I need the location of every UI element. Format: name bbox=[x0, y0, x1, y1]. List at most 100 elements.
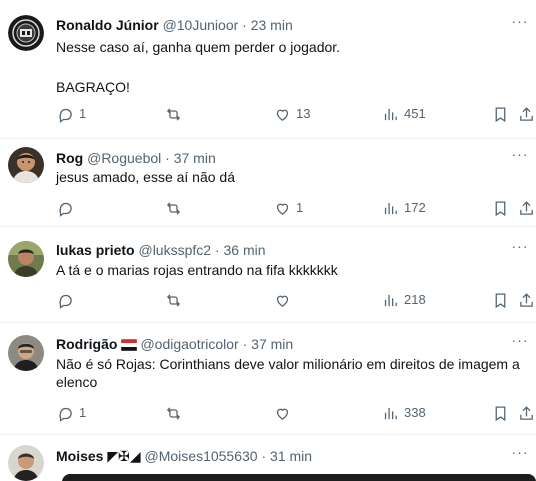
tweet-actions: 1 338 bbox=[0, 403, 536, 423]
bookmark-icon bbox=[495, 405, 506, 421]
tweet-text-line: BAGRAÇO! bbox=[56, 79, 130, 95]
share-button[interactable] bbox=[518, 104, 535, 124]
tweet-rog[interactable]: Rog @Roguebol · 37 min ··· jesus amado, … bbox=[0, 139, 536, 227]
reply-count: 1 bbox=[79, 405, 87, 420]
view-count: 218 bbox=[404, 292, 426, 307]
tweet-lukas[interactable]: lukas prieto @luksspfc2 · 36 min ··· A t… bbox=[0, 227, 536, 323]
tweet-text-line: Não é só Rojas: Corinthians deve valor m… bbox=[56, 356, 520, 372]
tweet-text-line: jesus amado, esse aí não dá bbox=[56, 169, 236, 185]
timestamp[interactable]: 37 min bbox=[251, 336, 293, 352]
bookmark-button[interactable] bbox=[492, 198, 509, 218]
display-name[interactable]: Moises ◤✠◢ bbox=[56, 448, 141, 464]
retweet-button[interactable] bbox=[165, 198, 187, 218]
tweet-text-line: elenco bbox=[56, 374, 98, 390]
retweet-button[interactable] bbox=[165, 403, 187, 423]
like-count: 13 bbox=[296, 106, 311, 121]
views-button[interactable]: 338 bbox=[382, 403, 426, 423]
tweet-header: lukas prieto @luksspfc2 · 36 min bbox=[56, 241, 510, 259]
reply-icon bbox=[59, 294, 72, 309]
share-icon bbox=[520, 200, 533, 215]
handle[interactable]: @Moises1055630 bbox=[145, 448, 258, 464]
avatar[interactable] bbox=[8, 445, 44, 481]
bookmark-icon bbox=[495, 106, 506, 122]
more-options-icon[interactable]: ··· bbox=[510, 147, 530, 167]
handle[interactable]: @odigaotricolor bbox=[140, 336, 238, 352]
separator: · bbox=[242, 336, 248, 352]
retweet-icon bbox=[166, 406, 181, 420]
views-button[interactable]: 451 bbox=[382, 104, 426, 124]
more-options-icon[interactable]: ··· bbox=[510, 239, 530, 259]
view-count: 172 bbox=[404, 200, 426, 215]
handle[interactable]: @luksspfc2 bbox=[138, 242, 211, 258]
heart-icon bbox=[276, 203, 289, 215]
like-button[interactable] bbox=[274, 290, 296, 310]
more-options-icon[interactable]: ··· bbox=[510, 445, 530, 465]
share-icon bbox=[520, 405, 533, 420]
more-options-icon[interactable]: ··· bbox=[510, 333, 530, 353]
reply-icon bbox=[59, 202, 72, 217]
tweet-rodrigao[interactable]: Rodrigão @odigaotricolor · 37 min ··· Não… bbox=[0, 323, 536, 435]
reply-button[interactable]: 1 bbox=[57, 403, 86, 423]
share-button[interactable] bbox=[518, 290, 535, 310]
display-name[interactable]: Rog bbox=[56, 150, 83, 166]
tweet-text: jesus amado, esse aí não dá bbox=[56, 168, 526, 186]
avatar[interactable] bbox=[8, 335, 44, 371]
timestamp[interactable]: 23 min bbox=[251, 17, 293, 33]
display-name[interactable]: Rodrigão bbox=[56, 336, 117, 352]
like-button[interactable] bbox=[274, 403, 296, 423]
view-count: 451 bbox=[404, 106, 426, 121]
retweet-button[interactable] bbox=[165, 104, 187, 124]
tweet-actions: 1 13 451 bbox=[0, 104, 536, 124]
timestamp[interactable]: 37 min bbox=[174, 150, 216, 166]
tweet-header: Rodrigão @odigaotricolor · 37 min bbox=[56, 335, 510, 353]
tweet-header: Rog @Roguebol · 37 min bbox=[56, 149, 510, 167]
share-button[interactable] bbox=[518, 403, 535, 423]
flag-icon bbox=[121, 339, 138, 351]
bookmark-button[interactable] bbox=[492, 104, 509, 124]
views-icon bbox=[384, 108, 397, 120]
reply-button[interactable] bbox=[57, 198, 79, 218]
reply-button[interactable]: 1 bbox=[57, 104, 86, 124]
tweet-header: Moises ◤✠◢ @Moises1055630 · 31 min bbox=[56, 447, 510, 465]
heart-icon bbox=[276, 408, 289, 420]
views-icon bbox=[384, 202, 397, 214]
display-name[interactable]: Ronaldo Júnior bbox=[56, 17, 159, 33]
separator: · bbox=[242, 17, 247, 33]
timestamp[interactable]: 36 min bbox=[224, 242, 266, 258]
separator: · bbox=[261, 448, 267, 464]
tweet-text-line bbox=[56, 56, 526, 74]
reply-count: 1 bbox=[79, 106, 87, 121]
more-options-icon[interactable]: ··· bbox=[510, 14, 530, 34]
bookmark-button[interactable] bbox=[492, 290, 509, 310]
handle[interactable]: @Roguebol bbox=[87, 150, 161, 166]
retweet-icon bbox=[166, 201, 181, 215]
tweet-text-line: Nesse caso aí, ganha quem perder o jogad… bbox=[56, 39, 341, 55]
views-icon bbox=[384, 294, 397, 306]
bookmark-button[interactable] bbox=[492, 403, 509, 423]
like-count: 1 bbox=[296, 200, 304, 215]
timestamp[interactable]: 31 min bbox=[270, 448, 312, 464]
share-button[interactable] bbox=[518, 198, 535, 218]
avatar[interactable] bbox=[8, 147, 44, 183]
views-button[interactable]: 172 bbox=[382, 198, 426, 218]
tweet-ronaldo[interactable]: Ronaldo Júnior @10Junioor · 23 min ··· N… bbox=[0, 0, 536, 139]
tweet-actions: 1 172 bbox=[0, 198, 536, 218]
retweet-icon bbox=[166, 107, 181, 121]
heart-icon bbox=[276, 109, 289, 121]
reply-button[interactable] bbox=[57, 290, 79, 310]
tweet-text: Não é só Rojas: Corinthians deve valor m… bbox=[56, 355, 526, 391]
retweet-button[interactable] bbox=[165, 290, 187, 310]
display-name[interactable]: lukas prieto bbox=[56, 242, 135, 258]
separator: · bbox=[214, 242, 220, 258]
retweet-icon bbox=[166, 293, 181, 307]
reply-icon bbox=[59, 407, 72, 422]
like-button[interactable]: 13 bbox=[274, 104, 310, 124]
views-button[interactable]: 218 bbox=[382, 290, 426, 310]
avatar[interactable] bbox=[8, 15, 44, 51]
tweet-text: A tá e o marias rojas entrando na fifa k… bbox=[56, 261, 526, 279]
views-icon bbox=[384, 407, 397, 419]
avatar[interactable] bbox=[8, 241, 44, 277]
handle[interactable]: @10Junioor bbox=[163, 17, 239, 33]
share-icon bbox=[520, 292, 533, 307]
like-button[interactable]: 1 bbox=[274, 198, 303, 218]
